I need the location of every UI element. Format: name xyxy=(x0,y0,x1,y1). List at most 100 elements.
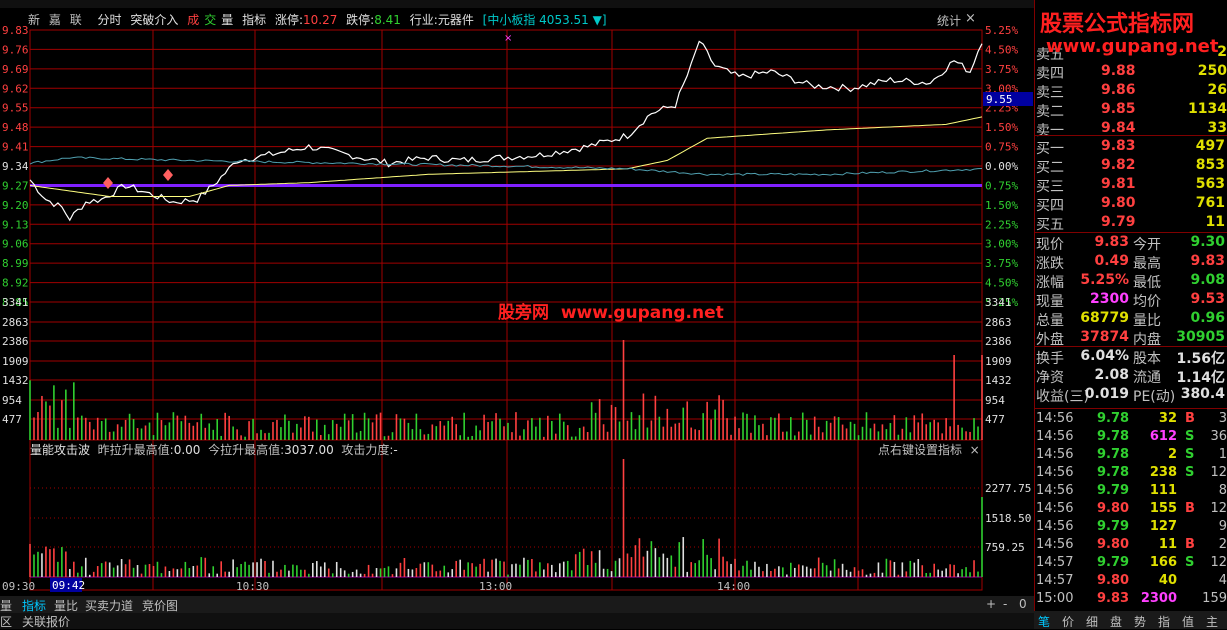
tab-region[interactable]: 区 xyxy=(0,613,12,630)
site-logo-url: www.gupang.net xyxy=(1046,36,1219,57)
ask-label: 卖三 xyxy=(1036,85,1064,101)
tick-volume: 2 xyxy=(1167,447,1177,462)
price-tick-label: 9.69 xyxy=(2,63,29,76)
pct-tick-label: 0.75% xyxy=(985,179,1018,192)
stat-value: 1.14亿 xyxy=(1176,370,1225,386)
price-tick-label: 9.20 xyxy=(2,199,29,212)
tab-indicator[interactable]: 指标 xyxy=(22,597,46,614)
stat-value: 30905 xyxy=(1176,329,1225,345)
stat-label: 量比 xyxy=(1133,313,1161,329)
industry-value[interactable]: 元器件 xyxy=(438,13,474,27)
volume-tick-label: 1432 xyxy=(2,374,29,387)
pct-tick-label: 1.50% xyxy=(985,199,1018,212)
zoom-out-button[interactable]: - xyxy=(1003,597,1007,611)
time-label-1300: 13:00 xyxy=(479,580,512,593)
volume-tick-label-right: 3341 xyxy=(985,296,1012,309)
tick-volume: 111 xyxy=(1149,483,1177,498)
limit-down-value: 8.41 xyxy=(374,13,401,27)
volume-tick-label-right: 1432 xyxy=(985,374,1012,387)
bid-volume: 497 xyxy=(1195,138,1225,154)
stat-label: 最低 xyxy=(1133,275,1161,291)
close-icon[interactable]: × xyxy=(965,11,976,26)
stat-label: 换手 xyxy=(1036,351,1064,367)
watermark-cn: 股旁网 xyxy=(498,303,549,323)
bid-volume: 11 xyxy=(1205,214,1225,230)
quote-tab-1[interactable]: 价 xyxy=(1062,613,1074,630)
stat-label: 现价 xyxy=(1036,237,1064,253)
pct-tick-label: 0.00% xyxy=(985,160,1018,173)
ask-price: 9.85 xyxy=(1101,101,1136,117)
cursor-price-label: 9.55 xyxy=(986,93,1013,106)
volume-tick-label: 477 xyxy=(2,413,22,426)
tick-price: 9.79 xyxy=(1097,519,1130,534)
tick-count: 36 xyxy=(1210,429,1227,444)
time-label-1030: 10:30 xyxy=(236,580,269,593)
tick-time: 15:00 xyxy=(1036,591,1074,606)
stat-value: 0.019 xyxy=(1084,386,1129,402)
tick-count: 4 xyxy=(1218,573,1227,588)
quote-tab-0[interactable]: 笔 xyxy=(1038,613,1050,630)
price-tick-label: 9.06 xyxy=(2,238,29,251)
price-tick-label: 9.83 xyxy=(2,24,29,37)
stat-label: 股本 xyxy=(1133,351,1161,367)
bid-volume: 853 xyxy=(1195,157,1225,173)
stats-divider xyxy=(1034,232,1227,233)
sub-close-icon[interactable]: × xyxy=(970,443,980,457)
tick-side: S xyxy=(1185,555,1195,570)
tick-side: S xyxy=(1185,447,1195,462)
tab-related-quotes[interactable]: 关联报价 xyxy=(22,613,70,630)
indicator-label[interactable]: 指标 xyxy=(242,13,266,27)
quote-tab-6[interactable]: 值 xyxy=(1182,613,1194,630)
volume-tick-label-right: 2863 xyxy=(985,316,1012,329)
quote-tab-7[interactable]: 主 xyxy=(1206,613,1218,630)
ask-price: 9.88 xyxy=(1101,63,1136,79)
statistics-button[interactable]: 统计 xyxy=(937,12,961,29)
pct-tick-label: 1.50% xyxy=(985,121,1018,134)
tab-buy-sell-force[interactable]: 买卖力道 xyxy=(85,597,133,614)
tick-count: 9 xyxy=(1218,519,1227,534)
chart-title-bar: 新 嘉 联 分时 突破介入 成交量 指标 涨停:10.27 跌停:8.41 行业… xyxy=(28,11,612,27)
volume-tick-label: 1909 xyxy=(2,355,29,368)
volume-label-a: 成 xyxy=(187,13,200,27)
quote-tab-5[interactable]: 指 xyxy=(1158,613,1170,630)
stat-value: 37874 xyxy=(1080,329,1129,345)
pct-tick-label: 2.25% xyxy=(985,218,1018,231)
tick-count: 1 xyxy=(1218,447,1227,462)
tab-auction-chart[interactable]: 竞价图 xyxy=(142,597,178,614)
tick-time: 14:56 xyxy=(1036,501,1074,516)
site-logo: 股票公式指标网 xyxy=(1040,12,1195,37)
tab-volume-ratio[interactable]: 量比 xyxy=(54,597,78,614)
ask-label: 卖二 xyxy=(1036,104,1064,120)
stat-value: 68779 xyxy=(1080,310,1129,326)
price-tick-label: 9.13 xyxy=(2,218,29,231)
quote-tab-3[interactable]: 盘 xyxy=(1110,613,1122,630)
sub-tick-label: 1518.50 xyxy=(985,512,1031,525)
volume-label-c: 量 xyxy=(221,13,234,27)
quote-tab-4[interactable]: 势 xyxy=(1134,613,1146,630)
tick-time: 14:56 xyxy=(1036,537,1074,552)
tick-volume: 2300 xyxy=(1140,591,1177,606)
zoom-in-button[interactable]: + xyxy=(986,597,996,611)
volume-tick-label-right: 954 xyxy=(985,394,1005,407)
tick-time: 14:57 xyxy=(1036,573,1074,588)
quote-tab-2[interactable]: 细 xyxy=(1086,613,1098,630)
zoom-reset-button[interactable]: 0 xyxy=(1019,597,1027,611)
order-book-divider xyxy=(1034,135,1227,136)
settings-hint[interactable]: 点右键设置指标 xyxy=(878,443,962,457)
bid-label: 买一 xyxy=(1036,141,1064,157)
watermark: 股旁网 www.gupang.net xyxy=(498,298,724,323)
tick-count: 12 xyxy=(1210,555,1227,570)
ask-volume: 2 xyxy=(1217,44,1227,60)
pct-tick-label: 4.50% xyxy=(985,277,1018,290)
tick-volume: 238 xyxy=(1149,465,1177,480)
tab-volume[interactable]: 量 xyxy=(0,597,12,614)
indicator-name[interactable]: 突破介入 xyxy=(130,13,178,27)
ask-volume: 33 xyxy=(1207,120,1227,136)
pct-tick-label: 3.00% xyxy=(985,238,1018,251)
index-label[interactable]: [中小板指 xyxy=(483,13,536,27)
index-arrow-icon[interactable]: ▼] xyxy=(593,13,607,27)
price-tick-label: 8.99 xyxy=(2,257,29,270)
mode-label[interactable]: 分时 xyxy=(98,13,122,27)
sub-indicator-name[interactable]: 量能攻击波 xyxy=(30,443,90,457)
industry-label: 行业: xyxy=(409,13,438,27)
